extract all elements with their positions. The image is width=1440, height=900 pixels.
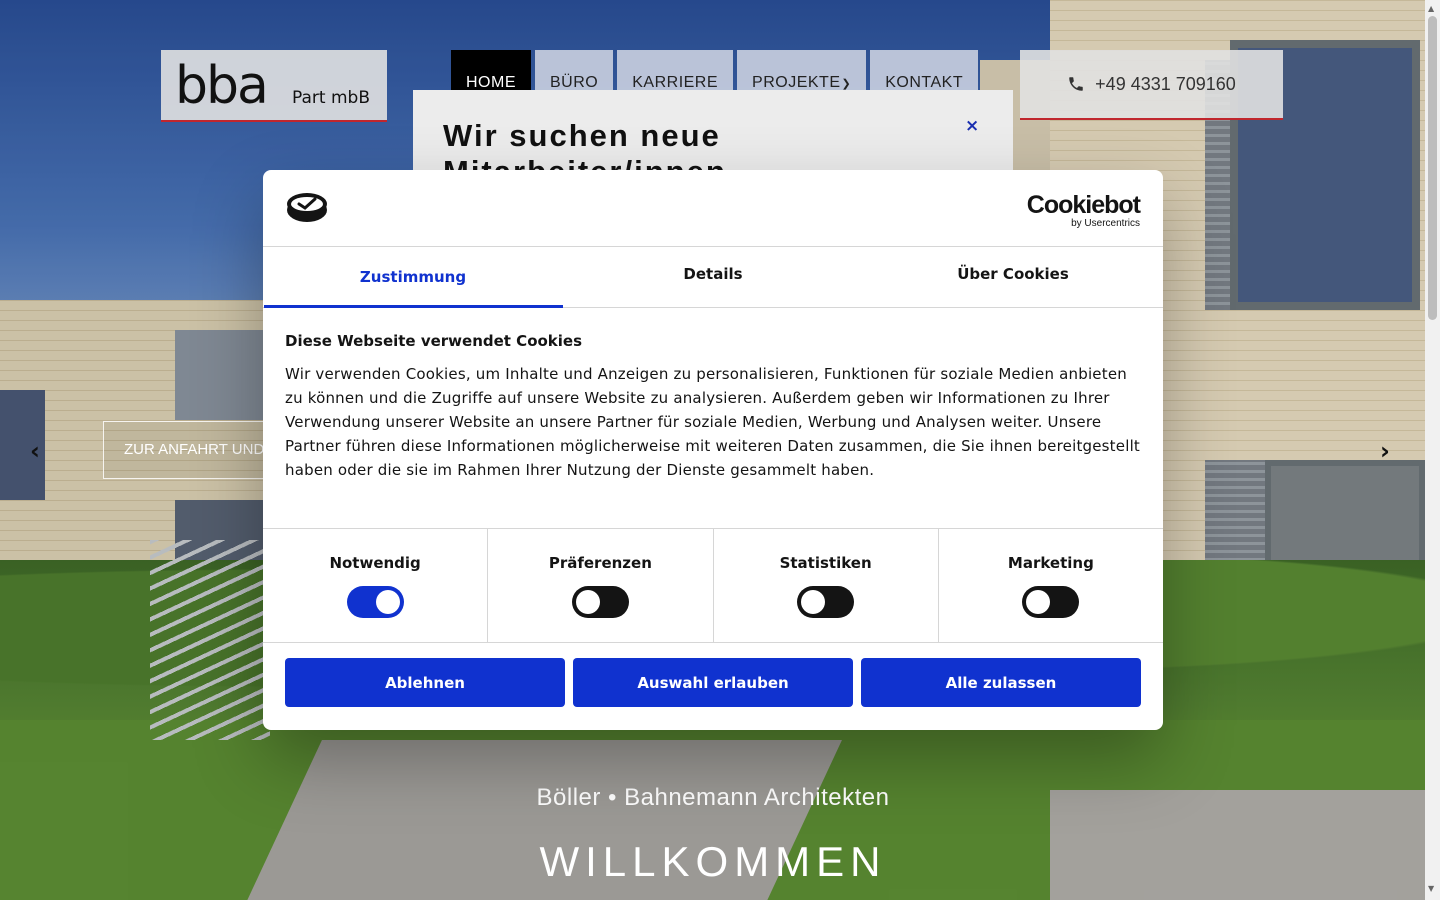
toggle-statistiken[interactable] — [797, 586, 855, 618]
category-label: Notwendig — [329, 554, 421, 572]
route-button[interactable]: ZUR ANFAHRT UND — [103, 421, 273, 479]
cookie-text: Wir verwenden Cookies, um Inhalte und An… — [285, 365, 1141, 479]
toggle-marketing[interactable] — [1022, 586, 1080, 618]
nav-label: KONTAKT — [885, 74, 964, 91]
brand-subtext: by Usercentrics — [1071, 218, 1140, 229]
toggle-notwendig[interactable] — [346, 586, 404, 618]
page-scrollbar[interactable]: ▲ ▼ — [1425, 0, 1440, 900]
cookie-tabs: Zustimmung Details Über Cookies — [263, 247, 1163, 308]
tab-details[interactable]: Details — [563, 247, 863, 307]
scroll-down-icon[interactable]: ▼ — [1428, 884, 1434, 893]
scroll-up-icon[interactable]: ▲ — [1428, 4, 1434, 13]
chevron-down-icon: ❯ — [841, 78, 852, 90]
chevron-left-icon[interactable]: ‹ — [30, 437, 40, 465]
nav-label: HOME — [466, 74, 516, 91]
allow-all-button[interactable]: Alle zulassen — [861, 658, 1141, 707]
toggle-knob — [801, 590, 826, 614]
category-label: Statistiken — [779, 554, 872, 572]
hero-welcome: WILLKOMMEN — [539, 838, 887, 885]
category-praeferenzen: Präferenzen — [488, 529, 714, 642]
logo-text: bba — [175, 56, 269, 116]
toggle-knob — [375, 590, 400, 614]
tab-zustimmung[interactable]: Zustimmung — [263, 247, 563, 308]
cookie-consent-dialog: Cookiebot by Usercentrics Zustimmung Det… — [263, 170, 1163, 730]
nav-label: PROJEKTE — [752, 74, 841, 91]
cookie-heading: Diese Webseite verwendet Cookies — [285, 332, 583, 350]
scrollbar-thumb[interactable] — [1428, 16, 1437, 320]
category-label: Präferenzen — [548, 554, 652, 572]
category-notwendig: Notwendig — [263, 529, 489, 642]
nav-label: BÜRO — [550, 74, 599, 91]
phone-icon — [1069, 77, 1083, 91]
brand-name: Cookiebot — [1026, 191, 1141, 219]
hero-tagline: Böller • Bahnemann Architekten — [536, 784, 890, 811]
cookie-categories: Notwendig Präferenzen Statistiken Market… — [263, 529, 1163, 643]
toggle-knob — [1026, 590, 1051, 614]
cookie-description: Diese Webseite verwendet Cookies Wir ver… — [263, 308, 1163, 529]
category-label: Marketing — [1007, 554, 1094, 572]
category-marketing: Marketing — [939, 529, 1163, 642]
logo-subtext: Part mbB — [292, 88, 370, 108]
toggle-knob — [575, 590, 600, 614]
deny-button[interactable]: Ablehnen — [285, 658, 565, 707]
close-icon[interactable]: × — [965, 116, 979, 136]
phone-contact[interactable]: +49 4331 709160 — [1020, 50, 1283, 120]
cookie-actions: Ablehnen Auswahl erlauben Alle zulassen — [263, 643, 1163, 707]
tab-ueber-cookies[interactable]: Über Cookies — [863, 247, 1163, 307]
cookie-logo-icon — [287, 193, 327, 222]
cookiebot-brand[interactable]: Cookiebot by Usercentrics — [1026, 191, 1141, 229]
cookie-header: Cookiebot by Usercentrics — [263, 170, 1163, 247]
chevron-right-icon[interactable]: › — [1380, 437, 1390, 465]
site-logo[interactable]: bba Part mbB — [161, 50, 387, 122]
nav-label: KARRIERE — [632, 74, 719, 91]
allow-selection-button[interactable]: Auswahl erlauben — [573, 658, 853, 707]
phone-number: +49 4331 709160 — [1095, 73, 1236, 94]
category-statistiken: Statistiken — [714, 529, 939, 642]
toggle-praeferenzen[interactable] — [571, 586, 629, 618]
